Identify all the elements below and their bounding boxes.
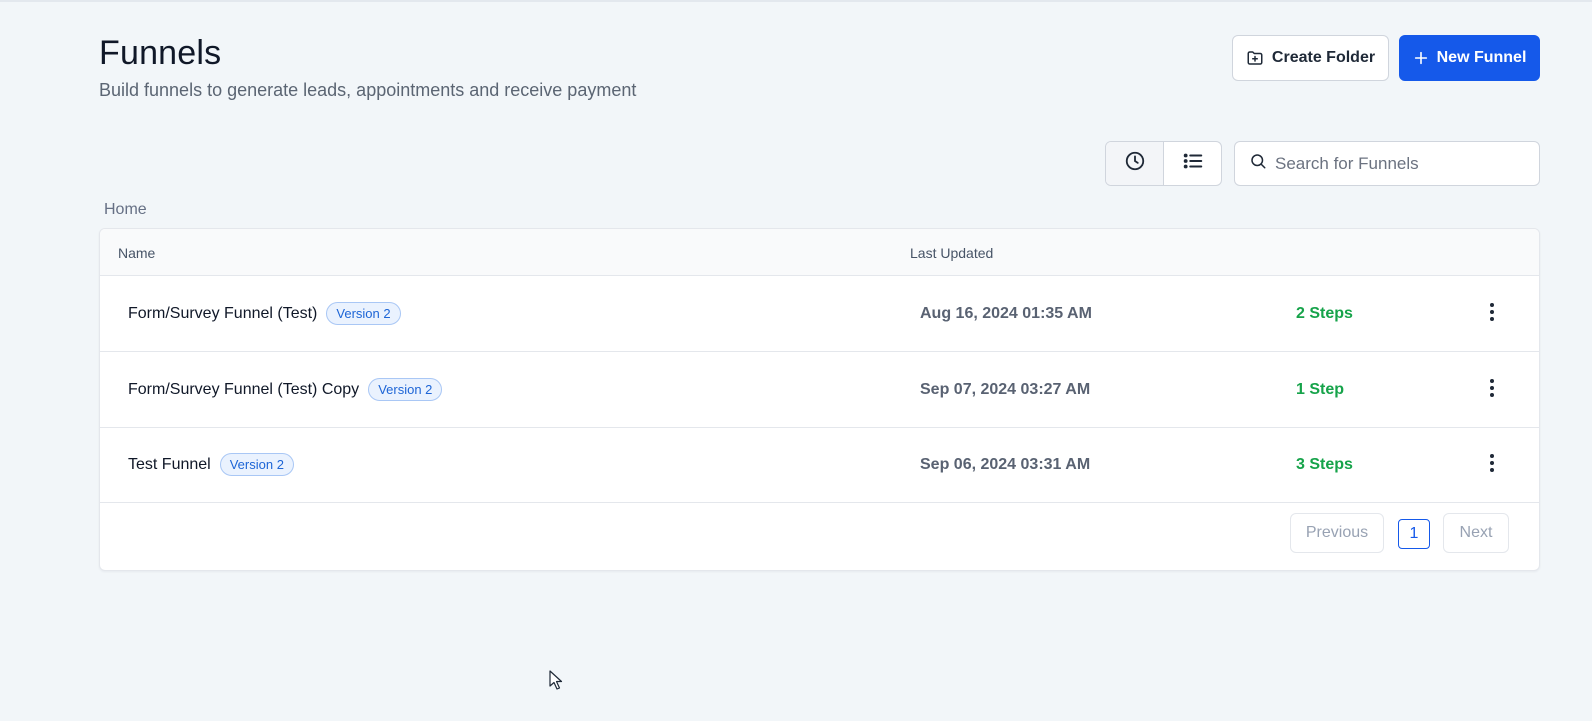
version-badge: Version 2 <box>219 453 294 476</box>
more-vertical-icon <box>1489 378 1495 403</box>
list-icon <box>1182 150 1204 177</box>
last-updated: Aug 16, 2024 01:35 AM <box>920 304 1092 322</box>
steps-count: 2 Steps <box>1296 304 1353 322</box>
breadcrumb[interactable]: Home <box>104 201 147 219</box>
funnel-name[interactable]: Form/Survey Funnel (Test) <box>128 305 317 323</box>
funnel-name[interactable]: Test Funnel <box>128 456 211 474</box>
version-badge: Version 2 <box>368 378 443 401</box>
row-menu-button[interactable] <box>1478 451 1506 479</box>
folder-plus-icon <box>1246 49 1264 67</box>
funnel-name-cell: Form/Survey Funnel (Test) Copy Version 2 <box>128 352 443 427</box>
new-funnel-button[interactable]: New Funnel <box>1399 35 1540 81</box>
mouse-cursor-icon <box>549 670 563 690</box>
page-subtitle: Build funnels to generate leads, appoint… <box>99 80 637 100</box>
clock-icon <box>1124 150 1146 177</box>
list-view-button[interactable] <box>1164 142 1221 185</box>
search-icon <box>1249 152 1267 175</box>
last-updated: Sep 06, 2024 03:31 AM <box>920 455 1091 473</box>
page-title: Funnels <box>99 34 222 72</box>
table-row[interactable]: Form/Survey Funnel (Test) Copy Version 2… <box>100 352 1539 428</box>
top-divider <box>0 0 1592 2</box>
create-folder-button[interactable]: Create Folder <box>1232 35 1389 81</box>
page-number-button[interactable]: 1 <box>1398 519 1430 549</box>
search-box <box>1234 141 1540 186</box>
row-menu-button[interactable] <box>1478 376 1506 404</box>
new-funnel-label: New Funnel <box>1436 49 1527 66</box>
steps-count: 1 Step <box>1296 380 1345 398</box>
funnels-table: Name Last Updated Form/Survey Funnel (Te… <box>99 228 1540 571</box>
version-badge: Version 2 <box>326 302 401 325</box>
table-row[interactable]: Form/Survey Funnel (Test) Version 2 Aug … <box>100 276 1539 352</box>
more-vertical-icon <box>1489 453 1495 478</box>
create-folder-label: Create Folder <box>1271 49 1376 66</box>
breadcrumb-home[interactable]: Home <box>104 201 147 218</box>
funnel-name-cell: Form/Survey Funnel (Test) Version 2 <box>128 276 401 351</box>
search-input[interactable] <box>1275 153 1525 174</box>
funnel-name[interactable]: Form/Survey Funnel (Test) Copy <box>128 381 359 399</box>
steps-count: 3 Steps <box>1296 455 1353 473</box>
plus-icon <box>1413 50 1429 66</box>
more-vertical-icon <box>1489 302 1495 327</box>
funnel-name-cell: Test Funnel Version 2 <box>128 427 294 502</box>
last-updated: Sep 07, 2024 03:27 AM <box>920 380 1091 398</box>
next-page-button[interactable]: Next <box>1443 513 1509 553</box>
column-header-last-updated: Last Updated <box>910 245 994 261</box>
table-header: Name Last Updated <box>100 229 1539 276</box>
table-row[interactable]: Test Funnel Version 2 Sep 06, 2024 03:31… <box>100 427 1539 503</box>
column-header-name: Name <box>118 245 156 261</box>
previous-page-button[interactable]: Previous <box>1290 513 1384 553</box>
recent-view-button[interactable] <box>1106 142 1164 185</box>
view-toggle <box>1105 141 1222 186</box>
row-menu-button[interactable] <box>1478 300 1506 328</box>
